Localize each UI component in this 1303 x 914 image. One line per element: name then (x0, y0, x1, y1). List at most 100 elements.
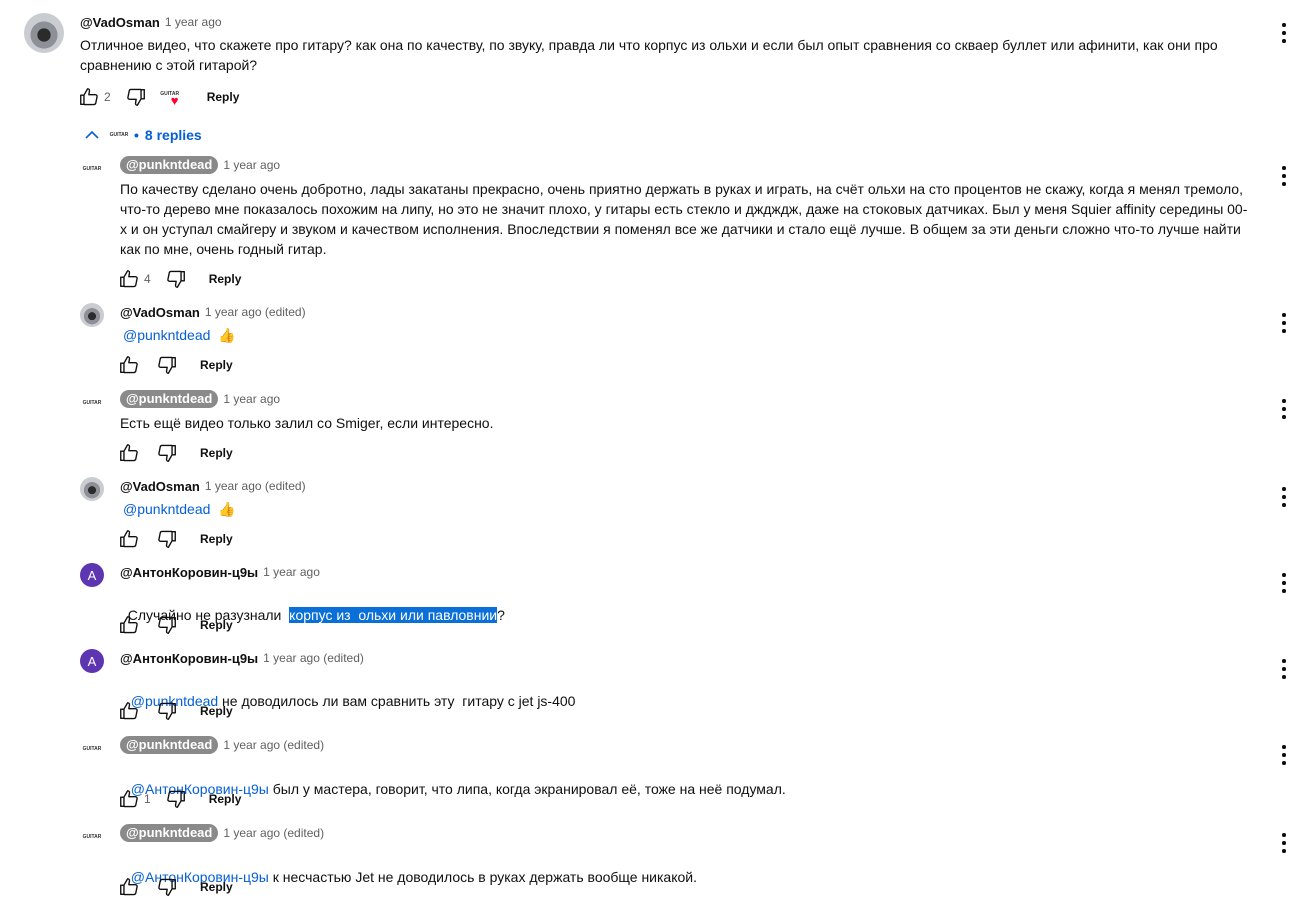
comment-time[interactable]: 1 year ago (165, 15, 222, 29)
comment-actions: 2 GUITAR ♥ Reply (78, 85, 239, 109)
reply-author[interactable]: @punkntdead (120, 156, 219, 174)
replies-count: 8 replies (144, 127, 202, 143)
reply-button[interactable]: Reply (200, 532, 233, 546)
reply-time[interactable]: 1 year ago (edited) (205, 479, 306, 493)
thumbs-down-icon[interactable] (156, 442, 178, 464)
selected-text: корпус из ольхи или павловнии (289, 607, 498, 623)
thumbs-down-icon[interactable] (165, 268, 187, 290)
thumbs-up-icon[interactable] (118, 614, 140, 636)
reply-menu-button[interactable] (1280, 399, 1288, 419)
reply-button[interactable]: Reply (200, 618, 233, 632)
reply-button[interactable]: Reply (200, 358, 233, 372)
thumbs-up-icon[interactable] (118, 788, 140, 810)
reply-author[interactable]: @punkntdead (120, 824, 219, 842)
reply-actions: Reply (118, 875, 233, 899)
reply-time[interactable]: 1 year ago (edited) (223, 826, 324, 840)
reply-text-line: х и он уступал смайгеру и звуком и качес… (120, 221, 1241, 237)
reply-menu-button[interactable] (1280, 573, 1288, 593)
reply-time[interactable]: 1 year ago (edited) (223, 738, 324, 752)
thumbs-up-emoji: 👍 (218, 501, 236, 517)
avatar[interactable]: GUITAR (80, 737, 104, 761)
more-vert-icon (1282, 313, 1286, 317)
comment-author[interactable]: @VadOsman (80, 15, 160, 30)
thumbs-down-icon[interactable] (156, 354, 178, 376)
reply-header: @punkntdead 1 year ago (120, 156, 280, 174)
more-vert-icon (1282, 23, 1286, 27)
thumbs-up-icon[interactable] (118, 268, 140, 290)
reply-text: @punkntdead 👍 (120, 499, 236, 519)
thumbs-down-icon[interactable] (156, 528, 178, 550)
avatar[interactable] (80, 303, 104, 327)
reply-author[interactable]: @АнтонКоровин-ц9ы (120, 565, 258, 580)
avatar[interactable] (80, 477, 104, 501)
thumbs-down-icon[interactable] (156, 876, 178, 898)
reply-menu-button[interactable] (1280, 313, 1288, 333)
avatar[interactable]: GUITAR (80, 825, 104, 849)
reply-actions: Reply (118, 699, 233, 723)
reply-author[interactable]: @VadOsman (120, 305, 200, 320)
thumbs-up-icon[interactable] (118, 528, 140, 550)
reply-actions: Reply (118, 613, 233, 637)
thumbs-down-icon[interactable] (165, 788, 187, 810)
reply-header: @punkntdead 1 year ago (edited) (120, 736, 324, 754)
bullet: • (134, 127, 139, 143)
reply-time[interactable]: 1 year ago (edited) (263, 651, 364, 665)
reply-author[interactable]: @punkntdead (120, 736, 219, 754)
thumbs-up-icon[interactable] (118, 876, 140, 898)
creator-avatar: GUITAR (109, 132, 129, 138)
reply-actions: 4 Reply (118, 267, 241, 291)
reply-button[interactable]: Reply (209, 792, 242, 806)
thumbs-up-icon[interactable] (118, 700, 140, 722)
thumbs-down-icon[interactable] (156, 700, 178, 722)
thumbs-down-icon[interactable] (125, 86, 147, 108)
reply-text-line: По качеству сделано очень добротно, лады… (120, 181, 1243, 197)
avatar[interactable] (24, 13, 64, 53)
reply-actions: Reply (118, 353, 233, 377)
mention-link[interactable]: @punkntdead (123, 501, 210, 517)
more-vert-icon (1282, 745, 1286, 749)
reply-menu-button[interactable] (1280, 166, 1288, 186)
reply-button[interactable]: Reply (209, 272, 242, 286)
reply-header: @VadOsman 1 year ago (edited) (120, 477, 306, 495)
avatar[interactable]: A (80, 649, 104, 673)
comment-text-line: сравнению с этой гитарой? (80, 57, 258, 73)
thumbs-down-icon[interactable] (156, 614, 178, 636)
reply-menu-button[interactable] (1280, 659, 1288, 679)
more-vert-icon (1282, 833, 1286, 837)
reply-text-line: что-то дерево мне показалось похожим на … (120, 201, 1248, 217)
avatar[interactable]: GUITAR (80, 157, 104, 181)
reply-menu-button[interactable] (1280, 745, 1288, 765)
thumbs-up-icon[interactable] (118, 442, 140, 464)
reply-menu-button[interactable] (1280, 487, 1288, 507)
mention-link[interactable]: @punkntdead (123, 327, 210, 343)
reply-author[interactable]: @АнтонКоровин-ц9ы (120, 651, 258, 666)
replies-toggle[interactable]: GUITAR • 8 replies (84, 125, 202, 145)
reply-header: @punkntdead 1 year ago (120, 390, 280, 408)
reply-menu-button[interactable] (1280, 833, 1288, 853)
more-vert-icon (1282, 487, 1286, 491)
like-count: 4 (144, 272, 151, 286)
reply-time[interactable]: 1 year ago (263, 565, 320, 579)
reply-actions: Reply (118, 441, 233, 465)
reply-button[interactable]: Reply (200, 446, 233, 460)
reply-button[interactable]: Reply (200, 880, 233, 894)
reply-button[interactable]: Reply (207, 90, 240, 104)
thumbs-up-icon[interactable] (78, 86, 100, 108)
thumbs-up-emoji: 👍 (218, 327, 236, 343)
comment-header: @VadOsman 1 year ago (80, 13, 222, 31)
reply-author[interactable]: @VadOsman (120, 479, 200, 494)
thumbs-up-icon[interactable] (118, 354, 140, 376)
reply-time[interactable]: 1 year ago (223, 158, 280, 172)
comment-menu-button[interactable] (1280, 23, 1288, 43)
reply-time[interactable]: 1 year ago (223, 392, 280, 406)
more-vert-icon (1282, 166, 1286, 170)
more-vert-icon (1282, 399, 1286, 403)
reply-author[interactable]: @punkntdead (120, 390, 219, 408)
reply-actions: 1 Reply (118, 787, 241, 811)
reply-time[interactable]: 1 year ago (edited) (205, 305, 306, 319)
reply-header: @VadOsman 1 year ago (edited) (120, 303, 306, 321)
avatar[interactable]: A (80, 563, 104, 587)
avatar[interactable]: GUITAR (80, 391, 104, 415)
comment-text: Отличное видео, что скажете про гитару? … (80, 35, 1260, 75)
reply-button[interactable]: Reply (200, 704, 233, 718)
